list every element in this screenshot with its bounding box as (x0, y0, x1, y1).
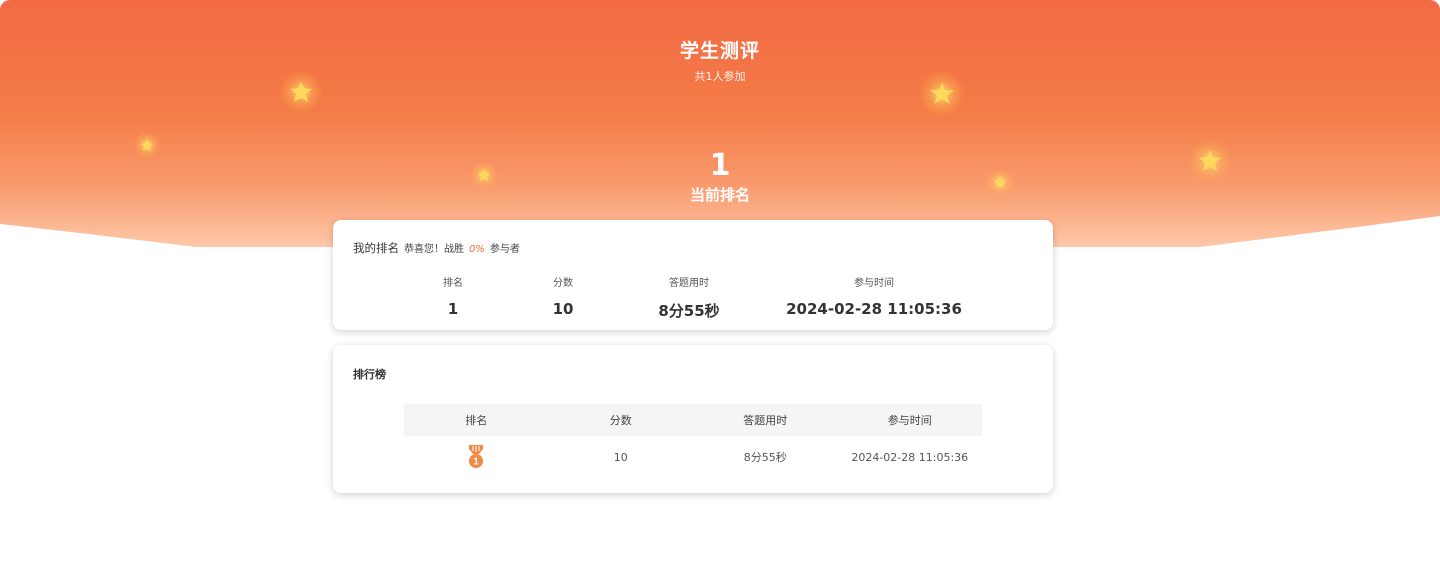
leaderboard-title: 排行榜 (353, 368, 386, 381)
column-header-time: 参与时间 (887, 414, 932, 427)
my-rank-card: 我的排名 恭喜您！战胜 0% 参与者 排名 1 分数 10 答题用时 8分55秒 参与… (333, 220, 1053, 330)
participant-count: 共1人参加 (694, 70, 746, 83)
congrats-text: 恭喜您！战胜 (404, 244, 464, 255)
stat-value-duration: 8分55秒 (658, 302, 720, 320)
leaderboard-card: 排行榜 排名 分数 答题用时 参与时间 1 10 8分55秒 2024-02-2… (333, 345, 1053, 493)
leaderboard-header-row: 排名 分数 答题用时 参与时间 (404, 404, 982, 436)
my-time-stat: 参与时间 2024-02-28 11:05:36 (774, 274, 974, 318)
score-cell: 10 (613, 450, 628, 464)
time-cell: 2024-02-28 11:05:36 (851, 450, 969, 464)
table-row: 1 10 8分55秒 2024-02-28 11:05:36 (404, 436, 982, 478)
medal-icon: 1 (469, 445, 484, 468)
evaluation-result-page: 学生测评 共1人参加 1 当前排名 我的排名 恭喜您！战胜 0% 参与者 排名 1 分… (0, 0, 1440, 577)
current-rank-label: 当前排名 (689, 186, 750, 204)
column-header-score: 分数 (609, 414, 632, 427)
rank-cell: 1 (404, 445, 549, 469)
duration-cell: 8分55秒 (743, 451, 787, 464)
stat-label-time: 参与时间 (854, 278, 894, 289)
leaderboard-table: 排名 分数 答题用时 参与时间 1 10 8分55秒 2024-02-28 11… (404, 404, 982, 478)
page-title: 学生测评 (679, 40, 760, 62)
participants-suffix: 参与者 (489, 244, 520, 255)
medal-rank-number: 1 (473, 457, 479, 468)
column-header-rank: 排名 (465, 414, 488, 427)
column-header-duration: 答题用时 (743, 414, 788, 427)
hero-banner: 学生测评 共1人参加 1 当前排名 (0, 0, 1440, 250)
current-rank-value: 1 (709, 148, 731, 183)
my-rank-label: 我的排名 (353, 241, 399, 255)
beat-percent: 0% (469, 244, 485, 255)
my-rank-header: 我的排名 恭喜您！战胜 0% 参与者 (353, 240, 520, 256)
stat-value-time: 2024-02-28 11:05:36 (786, 300, 962, 318)
my-duration-stat: 答题用时 8分55秒 (589, 274, 789, 321)
stat-label-duration: 答题用时 (669, 278, 709, 289)
